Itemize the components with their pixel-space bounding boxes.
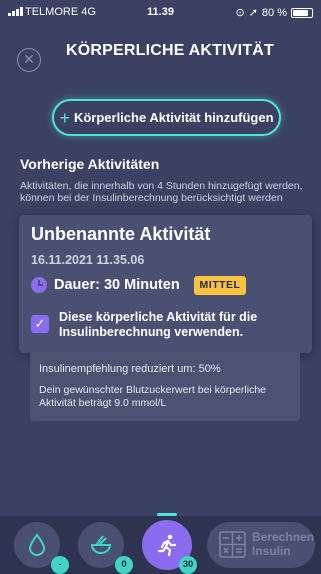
food-bowl-icon xyxy=(90,535,112,554)
insulin-info-box: Insulinempfehlung reduziert um: 50% Dein… xyxy=(30,353,300,421)
include-in-calculation-checkbox[interactable]: ✓ xyxy=(31,315,49,333)
insulin-reduction-text: Insulinempfehlung reduziert um: 50% xyxy=(39,363,221,375)
blood-glucose-count-badge: - xyxy=(51,556,69,574)
calculate-insulin-button[interactable]: Berechnen Insulin xyxy=(207,522,315,568)
activity-duration: Dauer: 30 Minuten xyxy=(54,277,180,293)
lock-rotation-icon: ⊙ xyxy=(235,7,245,19)
target-glucose-text: Dein gewünschter Blutzuckerwert bei körp… xyxy=(39,384,267,409)
status-bar: TELMORE 4G 11.39 ⊙ ➚ 80 % xyxy=(0,0,321,22)
calculate-insulin-label: Berechnen Insulin xyxy=(252,530,315,558)
close-button[interactable]: ✕ xyxy=(17,48,41,72)
close-icon: ✕ xyxy=(23,51,35,67)
clock-icon xyxy=(31,277,47,293)
status-right: ⊙ ➚ 80 % xyxy=(235,6,313,19)
activity-name: Unbenannte Aktivität xyxy=(31,224,211,244)
running-person-icon xyxy=(157,534,177,557)
physical-activity-count-badge: 30 xyxy=(179,556,197,574)
add-activity-label: Körperliche Aktivität hinzufügen xyxy=(73,110,274,125)
location-icon: ➚ xyxy=(248,7,258,19)
previous-activities-description: Aktivitäten, die innerhalb von 4 Stunden… xyxy=(20,180,303,204)
include-in-calculation-label: Diese körperliche Aktivität für die Insu… xyxy=(59,310,258,339)
drop-icon xyxy=(28,533,46,556)
calculator-icon xyxy=(219,531,246,558)
battery-icon xyxy=(291,7,313,18)
checkmark-icon: ✓ xyxy=(34,316,46,331)
activity-card[interactable]: Unbenannte Aktivität 16.11.2021 11.35.06… xyxy=(19,215,312,353)
activity-datetime: 16.11.2021 11.35.06 xyxy=(31,253,145,267)
page-title: KÖRPERLICHE AKTIVITÄT xyxy=(65,42,275,59)
intensity-badge: MITTEL xyxy=(194,276,246,295)
add-activity-button[interactable]: + Körperliche Aktivität hinzufügen xyxy=(52,99,281,136)
battery-percent: 80 % xyxy=(261,6,287,19)
carbohydrates-count-badge: 0 xyxy=(115,556,133,574)
previous-activities-title: Vorherige Aktivitäten xyxy=(20,156,160,172)
plus-icon: + xyxy=(59,107,70,128)
